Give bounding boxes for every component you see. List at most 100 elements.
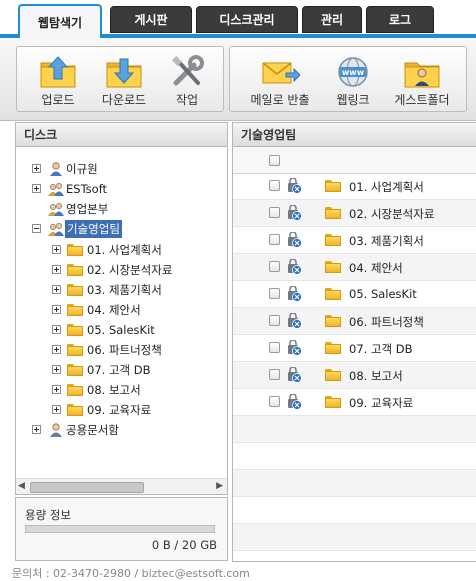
expand-icon[interactable] (52, 285, 61, 294)
folder-icon (325, 369, 341, 381)
folder-icon (325, 288, 341, 300)
file-row[interactable]: 09. 교육자료 (233, 389, 476, 416)
expand-icon[interactable] (32, 164, 41, 173)
mail-export-label: 메일로 반출 (250, 93, 310, 107)
expand-icon[interactable] (52, 385, 61, 394)
lock-share-icon[interactable] (286, 394, 302, 410)
file-name: 01. 사업계획서 (349, 180, 424, 194)
scrollbar-thumb[interactable] (30, 482, 144, 493)
scroll-right-icon[interactable]: ▶ (216, 481, 223, 491)
expand-icon[interactable] (52, 365, 61, 374)
weblink-label: 웹링크 (336, 93, 370, 107)
shared-user-icon (50, 423, 62, 437)
tab-label: 디스크관리 (219, 13, 275, 27)
tree-folder-label: 03. 제품기획서 (87, 283, 162, 297)
file-row[interactable]: 06. 파트너정책 (233, 308, 476, 335)
tab-admin[interactable]: 관리 (302, 6, 362, 33)
expand-icon[interactable] (52, 245, 61, 254)
tree-folder-label: 02. 시장분석자료 (87, 263, 173, 277)
mail-export-icon (262, 62, 300, 84)
file-row[interactable]: 04. 제안서 (233, 254, 476, 281)
lock-share-icon[interactable] (286, 313, 302, 329)
lock-share-icon[interactable] (286, 232, 302, 248)
folder-icon (67, 284, 83, 296)
empty-row (233, 524, 476, 551)
row-checkbox[interactable] (269, 261, 280, 272)
group-icon (48, 183, 64, 196)
guest-folder-button[interactable]: 게스트폴더 (386, 47, 458, 111)
collapse-icon[interactable] (32, 224, 41, 233)
capacity-panel: 용량 정보 0 B / 20 GB (15, 497, 228, 561)
folder-icon (67, 304, 83, 316)
group-icon (48, 223, 64, 236)
row-checkbox[interactable] (269, 288, 280, 299)
folder-icon (67, 244, 83, 256)
download-label: 다운로드 (101, 93, 147, 107)
expand-icon[interactable] (32, 425, 41, 434)
tab-disk-management[interactable]: 디스크관리 (196, 6, 298, 33)
file-row[interactable]: 07. 고객 DB (233, 335, 476, 362)
lock-share-icon[interactable] (286, 367, 302, 383)
expand-icon[interactable] (52, 305, 61, 314)
tab-web-explorer[interactable]: 웹탐색기 (18, 4, 102, 38)
tab-board[interactable]: 게시판 (110, 6, 192, 33)
expand-icon[interactable] (52, 325, 61, 334)
row-checkbox[interactable] (269, 342, 280, 353)
folder-icon (325, 261, 341, 273)
row-checkbox[interactable] (269, 315, 280, 326)
row-checkbox[interactable] (269, 207, 280, 218)
tab-log[interactable]: 로그 (366, 6, 434, 33)
user-icon (50, 162, 62, 176)
file-row[interactable]: 05. SalesKit (233, 281, 476, 308)
lock-share-icon[interactable] (286, 340, 302, 356)
tree-folder-label: 04. 제안서 (87, 303, 141, 317)
file-name: 04. 제안서 (349, 261, 403, 275)
file-name: 03. 제품기획서 (349, 234, 424, 248)
file-row[interactable]: 03. 제품기획서 (233, 227, 476, 254)
expand-icon[interactable] (52, 405, 61, 414)
work-button[interactable]: 작업 (163, 47, 211, 111)
folder-icon (67, 264, 83, 276)
row-checkbox[interactable] (269, 234, 280, 245)
folder-icon (325, 342, 341, 354)
empty-row (233, 443, 476, 470)
lock-share-icon[interactable] (286, 259, 302, 275)
empty-row (233, 497, 476, 524)
lock-share-icon[interactable] (286, 178, 302, 194)
row-checkbox[interactable] (269, 396, 280, 407)
file-row[interactable]: 02. 시장분석자료 (233, 200, 476, 227)
mail-export-button[interactable]: 메일로 반출 (242, 47, 318, 111)
lock-share-icon[interactable] (286, 286, 302, 302)
file-row[interactable]: 08. 보고서 (233, 362, 476, 389)
folder-icon (325, 396, 341, 408)
select-all-checkbox[interactable] (269, 155, 280, 166)
tree-folder-label: 06. 파트너정책 (87, 343, 162, 357)
folder-icon (325, 315, 341, 327)
folder-icon (67, 364, 83, 376)
folder-icon (67, 344, 83, 356)
file-name: 02. 시장분석자료 (349, 207, 435, 221)
lock-share-icon[interactable] (286, 205, 302, 221)
upload-label: 업로드 (41, 93, 75, 107)
expand-icon[interactable] (52, 265, 61, 274)
file-name: 07. 고객 DB (349, 342, 413, 356)
download-button[interactable]: 다운로드 (97, 47, 151, 111)
tree-horizontal-scrollbar[interactable]: ◀ ▶ (16, 478, 227, 494)
scroll-left-icon[interactable]: ◀ (18, 481, 25, 491)
upload-button[interactable]: 업로드 (31, 47, 85, 111)
expand-icon[interactable] (32, 184, 41, 193)
file-panel-header: 기술영업팀 (233, 123, 476, 147)
tab-label: 로그 (388, 13, 412, 27)
row-checkbox[interactable] (269, 180, 280, 191)
row-checkbox[interactable] (269, 369, 280, 380)
tree-folder-label: 05. SalesKit (87, 323, 155, 337)
tree-user-label: 이규원 (66, 162, 98, 176)
file-row[interactable]: 01. 사업계획서 (233, 173, 476, 200)
weblink-button[interactable]: www 웹링크 (326, 47, 380, 111)
tree-folder-label: 01. 사업계획서 (87, 243, 162, 257)
folder-icon (67, 384, 83, 396)
tree-folder-label: 08. 보고서 (87, 383, 141, 397)
expand-icon[interactable] (52, 345, 61, 354)
file-name: 05. SalesKit (349, 287, 417, 301)
folder-icon (325, 234, 341, 246)
